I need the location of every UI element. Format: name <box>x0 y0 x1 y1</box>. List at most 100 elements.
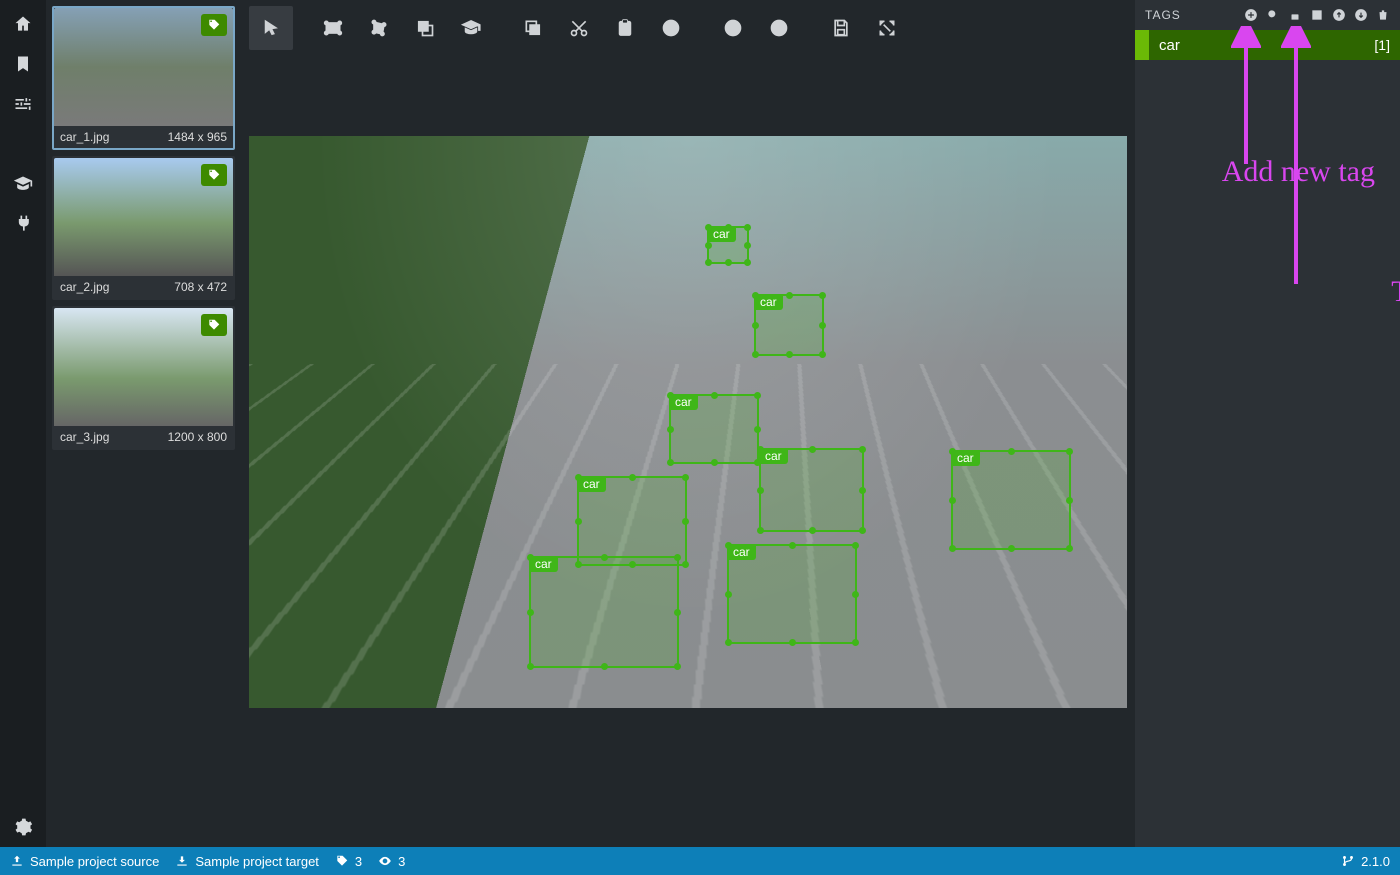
bounding-box[interactable]: car <box>577 476 687 566</box>
bbox-handle[interactable] <box>819 351 826 358</box>
bounding-box[interactable]: car <box>707 226 749 264</box>
bbox-handle[interactable] <box>682 518 689 525</box>
bbox-handle[interactable] <box>752 292 759 299</box>
bounding-box[interactable]: car <box>759 448 864 532</box>
bbox-handle[interactable] <box>757 527 764 534</box>
bbox-handle[interactable] <box>744 242 751 249</box>
bounding-box[interactable]: car <box>754 294 824 356</box>
bbox-handle[interactable] <box>705 259 712 266</box>
nav-bookmark[interactable] <box>3 44 43 84</box>
nav-connections[interactable] <box>3 204 43 244</box>
tag-lock-button[interactable] <box>1286 6 1304 24</box>
bounding-box[interactable]: car <box>529 556 679 668</box>
bbox-handle[interactable] <box>711 459 718 466</box>
bbox-handle[interactable] <box>667 392 674 399</box>
bounding-box[interactable]: car <box>727 544 857 644</box>
footer-target[interactable]: Sample project target <box>175 854 319 869</box>
bbox-handle[interactable] <box>725 259 732 266</box>
tag-search-button[interactable] <box>1264 6 1282 24</box>
bbox-handle[interactable] <box>949 448 956 455</box>
bbox-handle[interactable] <box>682 474 689 481</box>
tool-clear[interactable] <box>649 6 693 50</box>
bbox-handle[interactable] <box>601 663 608 670</box>
bbox-handle[interactable] <box>527 554 534 561</box>
bbox-handle[interactable] <box>711 392 718 399</box>
bbox-handle[interactable] <box>725 224 732 231</box>
bbox-handle[interactable] <box>789 639 796 646</box>
bbox-handle[interactable] <box>725 639 732 646</box>
bbox-handle[interactable] <box>752 351 759 358</box>
bbox-handle[interactable] <box>527 609 534 616</box>
tag-row[interactable]: car [1] <box>1135 30 1400 60</box>
bbox-handle[interactable] <box>754 392 761 399</box>
bounding-box[interactable]: car <box>669 394 759 464</box>
tool-rectangle[interactable] <box>311 6 355 50</box>
tool-polygon[interactable] <box>357 6 401 50</box>
tag-move-down-button[interactable] <box>1352 6 1370 24</box>
bbox-handle[interactable] <box>674 609 681 616</box>
bbox-handle[interactable] <box>1066 545 1073 552</box>
tool-auto-detect[interactable] <box>449 6 493 50</box>
bbox-handle[interactable] <box>674 554 681 561</box>
bbox-handle[interactable] <box>949 497 956 504</box>
tool-paste[interactable] <box>603 6 647 50</box>
bbox-handle[interactable] <box>725 542 732 549</box>
bbox-handle[interactable] <box>705 242 712 249</box>
bbox-handle[interactable] <box>859 487 866 494</box>
bbox-handle[interactable] <box>1066 497 1073 504</box>
nav-sliders[interactable] <box>3 84 43 124</box>
tag-move-up-button[interactable] <box>1330 6 1348 24</box>
bbox-handle[interactable] <box>757 446 764 453</box>
bbox-handle[interactable] <box>527 663 534 670</box>
bbox-handle[interactable] <box>744 259 751 266</box>
bbox-handle[interactable] <box>859 527 866 534</box>
bbox-handle[interactable] <box>1008 448 1015 455</box>
bbox-handle[interactable] <box>1066 448 1073 455</box>
tool-cut[interactable] <box>557 6 601 50</box>
bbox-handle[interactable] <box>852 639 859 646</box>
bbox-handle[interactable] <box>809 527 816 534</box>
nav-settings[interactable] <box>3 807 43 847</box>
footer-source[interactable]: Sample project source <box>10 854 159 869</box>
bbox-handle[interactable] <box>786 351 793 358</box>
bbox-handle[interactable] <box>752 322 759 329</box>
bounding-box[interactable]: car <box>951 450 1071 550</box>
thumbnail-item[interactable]: car_2.jpg 708 x 472 <box>52 156 235 300</box>
tool-duplicate[interactable] <box>511 6 555 50</box>
tag-delete-button[interactable] <box>1374 6 1392 24</box>
nav-export[interactable] <box>3 124 43 164</box>
tool-next[interactable] <box>757 6 801 50</box>
bbox-handle[interactable] <box>575 474 582 481</box>
bbox-handle[interactable] <box>852 591 859 598</box>
thumbnail-item[interactable]: car_1.jpg 1484 x 965 <box>52 6 235 150</box>
tool-copy-rect[interactable] <box>403 6 447 50</box>
tag-add-button[interactable] <box>1242 6 1260 24</box>
bbox-handle[interactable] <box>682 561 689 568</box>
nav-active-learning[interactable] <box>3 164 43 204</box>
bbox-handle[interactable] <box>789 542 796 549</box>
bbox-handle[interactable] <box>629 474 636 481</box>
tool-prev[interactable] <box>711 6 755 50</box>
bbox-handle[interactable] <box>674 663 681 670</box>
bbox-handle[interactable] <box>819 322 826 329</box>
bbox-handle[interactable] <box>667 459 674 466</box>
tag-rename-button[interactable] <box>1308 6 1326 24</box>
bbox-handle[interactable] <box>754 426 761 433</box>
bbox-handle[interactable] <box>786 292 793 299</box>
bbox-handle[interactable] <box>859 446 866 453</box>
bbox-handle[interactable] <box>705 224 712 231</box>
bbox-handle[interactable] <box>575 518 582 525</box>
bbox-handle[interactable] <box>667 426 674 433</box>
tool-pointer[interactable] <box>249 6 293 50</box>
tool-fullscreen[interactable] <box>865 6 909 50</box>
bbox-handle[interactable] <box>757 487 764 494</box>
bbox-handle[interactable] <box>852 542 859 549</box>
canvas-image[interactable]: carcarcarcarcarcarcarcar <box>249 136 1127 708</box>
bbox-handle[interactable] <box>1008 545 1015 552</box>
bbox-handle[interactable] <box>819 292 826 299</box>
bbox-handle[interactable] <box>601 554 608 561</box>
bbox-handle[interactable] <box>949 545 956 552</box>
bbox-handle[interactable] <box>725 591 732 598</box>
tool-save[interactable] <box>819 6 863 50</box>
bbox-handle[interactable] <box>744 224 751 231</box>
